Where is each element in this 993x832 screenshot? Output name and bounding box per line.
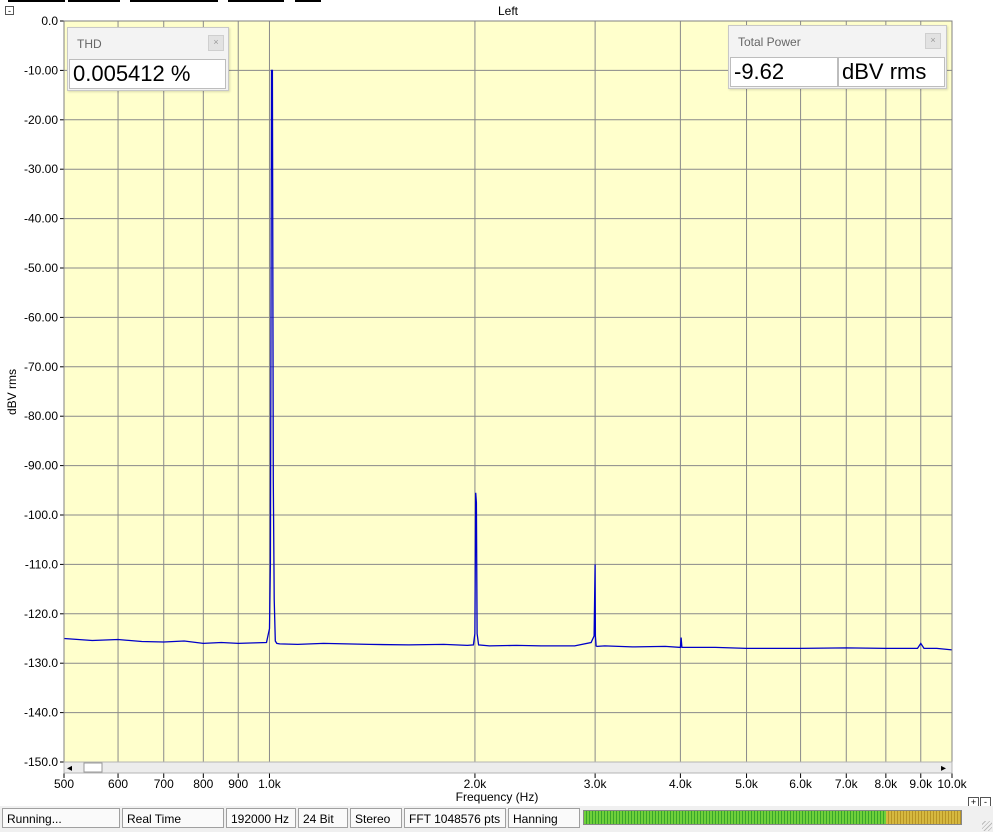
scroll-left-arrow[interactable]: ◂ [67, 763, 72, 774]
x-tick-label: 4.0k [669, 777, 693, 791]
y-tick-label: -50.00 [24, 261, 58, 275]
total-power-value: -9.62 [730, 57, 838, 87]
y-tick-label: -150.0 [24, 755, 58, 769]
horizontal-scrollbar[interactable] [63, 761, 953, 774]
x-tick-label: 9.0k [909, 777, 933, 791]
status-mode[interactable]: Real Time [122, 808, 224, 828]
total-power-unit: dBV rms [838, 57, 945, 87]
y-tick-label: 0.0 [41, 14, 58, 28]
level-meter-high-segment [885, 811, 961, 824]
y-tick-label: -80.00 [24, 409, 58, 423]
y-tick-label: -20.00 [24, 113, 58, 127]
x-axis-label: Frequency (Hz) [456, 790, 539, 804]
x-tick-label: 7.0k [835, 777, 859, 791]
status-window[interactable]: Hanning [508, 808, 580, 828]
y-tick-label: -100.0 [24, 508, 58, 522]
x-tick-label: 5.0k [735, 777, 759, 791]
status-state: Running... [2, 808, 120, 828]
y-tick-label: -120.0 [24, 607, 58, 621]
total-power-panel[interactable]: Total Power × -9.62 dBV rms [728, 25, 947, 89]
status-fft-size[interactable]: FFT 1048576 pts [404, 808, 506, 828]
status-bit-depth[interactable]: 24 Bit [298, 808, 348, 828]
y-tick-label: -140.0 [24, 706, 58, 720]
y-tick-label: -110.0 [25, 557, 58, 571]
y-tick-label: -60.00 [24, 310, 58, 324]
x-tick-label: 700 [154, 777, 174, 791]
scroll-right-arrow[interactable]: ▸ [941, 763, 946, 774]
x-tick-label: 600 [108, 777, 128, 791]
y-tick-label: -90.00 [24, 459, 58, 473]
x-tick-label: 10.0k [937, 777, 967, 791]
thd-panel[interactable]: THD × 0.005412 % [67, 27, 229, 91]
scrollbar-thumb[interactable] [83, 762, 103, 773]
y-axis-label: dBV rms [5, 369, 19, 415]
plot-background [64, 21, 952, 762]
x-tick-label: 2.0k [464, 777, 488, 791]
total-power-close-icon[interactable]: × [925, 33, 941, 49]
x-tick-label: 3.0k [584, 777, 608, 791]
y-tick-label: -40.00 [24, 212, 58, 226]
spectrum-chart: 500 600 700 800 900 1.0k 2.0k 3.0k 4.0k 5.0k 6.0k 7… [5, 14, 968, 804]
x-tick-label: 6.0k [789, 777, 813, 791]
x-tick-label: 500 [54, 777, 74, 791]
y-tick-label: -10.00 [24, 63, 58, 77]
y-tick-label: -130.0 [24, 656, 58, 670]
x-tick-label: 900 [228, 777, 248, 791]
thd-value: 0.005412 % [69, 59, 226, 89]
thd-close-icon[interactable]: × [208, 35, 224, 51]
total-power-panel-title: Total Power [738, 35, 801, 49]
status-sample-rate[interactable]: 192000 Hz [226, 808, 296, 828]
thd-panel-title: THD [77, 37, 102, 51]
status-channels[interactable]: Stereo [350, 808, 402, 828]
x-tick-label: 1.0k [258, 777, 282, 791]
x-tick-label: 800 [193, 777, 213, 791]
y-tick-label: -70.00 [24, 360, 58, 374]
level-meter [583, 810, 962, 825]
resize-grip[interactable] [982, 821, 992, 831]
y-tick-label: -30.00 [24, 162, 58, 176]
x-tick-label: 8.0k [875, 777, 899, 791]
